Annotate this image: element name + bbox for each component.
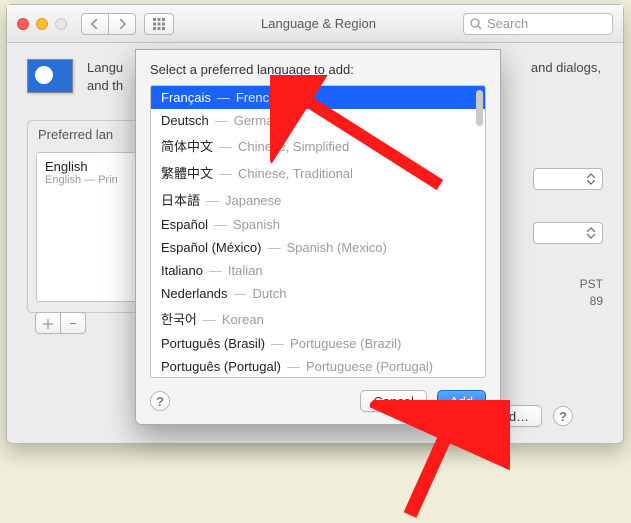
- language-native: Português (Portugal): [161, 359, 281, 374]
- language-native: Deutsch: [161, 113, 209, 128]
- remove-language-button[interactable]: −: [60, 312, 86, 334]
- language-english: Portuguese (Portugal): [306, 359, 433, 374]
- dash-separator: —: [287, 359, 300, 374]
- close-window-button[interactable]: [17, 18, 29, 30]
- language-option[interactable]: Português (Portugal) — Portuguese (Portuga…: [151, 355, 485, 378]
- language-native: Nederlands: [161, 286, 228, 301]
- chevron-up-down-icon: [584, 173, 598, 185]
- language-option[interactable]: 日本語 — Japanese: [151, 186, 485, 213]
- chevron-up-down-icon: [584, 227, 598, 239]
- region-flag-icon: [27, 59, 73, 93]
- language-option[interactable]: Français — French: [151, 86, 485, 109]
- language-english: Chinese, Simplified: [238, 139, 349, 154]
- language-english: Spanish: [233, 217, 280, 232]
- search-placeholder: Search: [487, 16, 528, 31]
- calendar-select[interactable]: [533, 222, 603, 244]
- nav-back-forward: [81, 13, 136, 35]
- right-column: PST 89: [483, 168, 603, 310]
- dash-separator: —: [267, 240, 280, 255]
- titlebar: Language & Region Search: [7, 5, 623, 43]
- dash-separator: —: [217, 90, 230, 105]
- dash-separator: —: [215, 113, 228, 128]
- language-option[interactable]: 繁體中文 — Chinese, Traditional: [151, 159, 485, 186]
- language-option[interactable]: Español — Spanish: [151, 213, 485, 236]
- language-native: Español: [161, 217, 208, 232]
- language-option[interactable]: 简体中文 — Chinese, Simplified: [151, 132, 485, 159]
- language-option[interactable]: Deutsch — German: [151, 109, 485, 132]
- add-language-sheet: Select a preferred language to add: Fran…: [135, 49, 501, 425]
- language-native: 简体中文: [161, 136, 213, 155]
- preferences-window: Language & Region Search Langu and dialo…: [6, 4, 624, 444]
- language-english: Chinese, Traditional: [238, 166, 353, 181]
- window-title: Language & Region: [182, 16, 455, 31]
- back-button[interactable]: [81, 13, 109, 35]
- dash-separator: —: [219, 166, 232, 181]
- language-english: Japanese: [225, 193, 281, 208]
- language-option[interactable]: Español (México) — Spanish (Mexico): [151, 236, 485, 259]
- intro-text: Langu and dialogs, and th: [87, 59, 123, 94]
- dash-separator: —: [271, 336, 284, 351]
- language-english: Dutch: [253, 286, 287, 301]
- minimize-window-button[interactable]: [36, 18, 48, 30]
- timezone-fragment: PST 89: [483, 276, 603, 310]
- language-english: German: [234, 113, 281, 128]
- language-native: Português (Brasil): [161, 336, 265, 351]
- add-language-button[interactable]: ＋: [35, 312, 61, 334]
- forward-button[interactable]: [108, 13, 136, 35]
- language-option[interactable]: Nederlands — Dutch: [151, 282, 485, 305]
- dash-separator: —: [203, 312, 216, 327]
- language-english: French: [236, 90, 276, 105]
- dash-separator: —: [234, 286, 247, 301]
- sheet-help-button[interactable]: ?: [150, 391, 170, 411]
- region-select[interactable]: [533, 168, 603, 190]
- add-button[interactable]: Add: [437, 390, 486, 412]
- language-english: Italian: [228, 263, 263, 278]
- language-option[interactable]: 한국어 — Korean: [151, 305, 485, 332]
- language-native: 한국어: [161, 309, 197, 328]
- window-controls: [17, 18, 67, 30]
- cancel-button[interactable]: Cancel: [360, 390, 426, 412]
- language-picker-list[interactable]: Français—FrenchDeutsch—German简体中文—Chines…: [150, 85, 486, 378]
- language-option[interactable]: Português (Brasil) — Portuguese (Brazil): [151, 332, 485, 355]
- scrollbar-thumb[interactable]: [476, 90, 483, 126]
- dash-separator: —: [214, 217, 227, 232]
- language-native: 日本語: [161, 190, 200, 209]
- sheet-prompt: Select a preferred language to add:: [136, 50, 500, 85]
- dash-separator: —: [206, 193, 219, 208]
- language-option[interactable]: Italiano — Italian: [151, 259, 485, 282]
- language-english: Portuguese (Brazil): [290, 336, 401, 351]
- show-all-button[interactable]: [144, 13, 174, 35]
- language-native: Italiano: [161, 263, 203, 278]
- zoom-window-button[interactable]: [55, 18, 67, 30]
- language-native: Français: [161, 90, 211, 105]
- language-native: 繁體中文: [161, 163, 213, 182]
- help-button[interactable]: ?: [553, 406, 573, 426]
- dash-separator: —: [209, 263, 222, 278]
- language-english: Korean: [222, 312, 264, 327]
- sheet-footer: ? Cancel Add: [136, 378, 500, 424]
- search-input[interactable]: Search: [463, 13, 613, 35]
- dash-separator: —: [219, 139, 232, 154]
- language-native: Español (México): [161, 240, 261, 255]
- language-english: Spanish (Mexico): [286, 240, 386, 255]
